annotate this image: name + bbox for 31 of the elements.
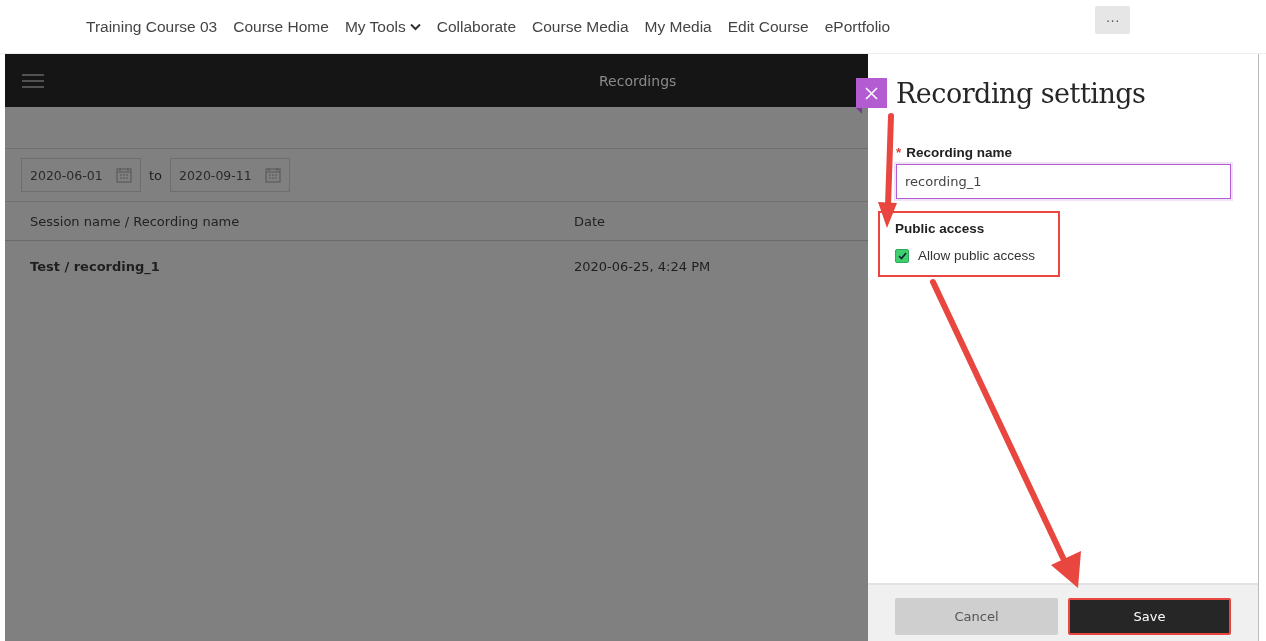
table-cell[interactable]: Test / recording_1 [30, 258, 574, 274]
checkbox[interactable] [895, 248, 909, 263]
page-title: Recordings [598, 72, 678, 89]
calendar-icon[interactable] [116, 167, 132, 183]
field-label: Recording name [906, 145, 1013, 160]
date-field[interactable]: 2020-06-01 [21, 158, 141, 192]
section-heading: Public access [895, 221, 986, 236]
nav-link[interactable]: My Media [636, 17, 720, 36]
nav-link[interactable]: Collaborate [428, 17, 525, 36]
panel-title: Recording settings [896, 78, 1147, 109]
save-button[interactable]: Save [1068, 598, 1231, 635]
nav-link[interactable]: Edit Course [719, 17, 817, 36]
menu-icon[interactable] [22, 73, 44, 88]
chevron-down-icon [409, 22, 421, 31]
more-button[interactable]: ··· [1095, 5, 1131, 34]
input-field[interactable]: recording_1 [896, 164, 1231, 199]
nav-link[interactable]: Course Media [524, 17, 637, 36]
nav-link[interactable]: My Tools [336, 17, 429, 36]
range-label: to [149, 167, 163, 183]
calendar-icon[interactable] [265, 167, 282, 183]
table-cell-text: 2020-06-25, 4:24 PM [574, 258, 712, 274]
nav-link[interactable]: Course Home [225, 17, 337, 36]
column-header[interactable]: Date [574, 213, 843, 229]
cancel-button[interactable]: Cancel [895, 598, 1058, 635]
checkbox-label[interactable]: Allow public access [918, 248, 1036, 263]
nav-link[interactable]: ePortfolio [816, 17, 899, 36]
column-header[interactable]: Session name / Recording name [30, 213, 574, 229]
required-mark: * [896, 145, 902, 160]
date-field[interactable]: 2020-09-11 [170, 158, 291, 192]
close-icon [865, 86, 878, 100]
nav-link[interactable]: Training Course 03 [78, 17, 226, 36]
